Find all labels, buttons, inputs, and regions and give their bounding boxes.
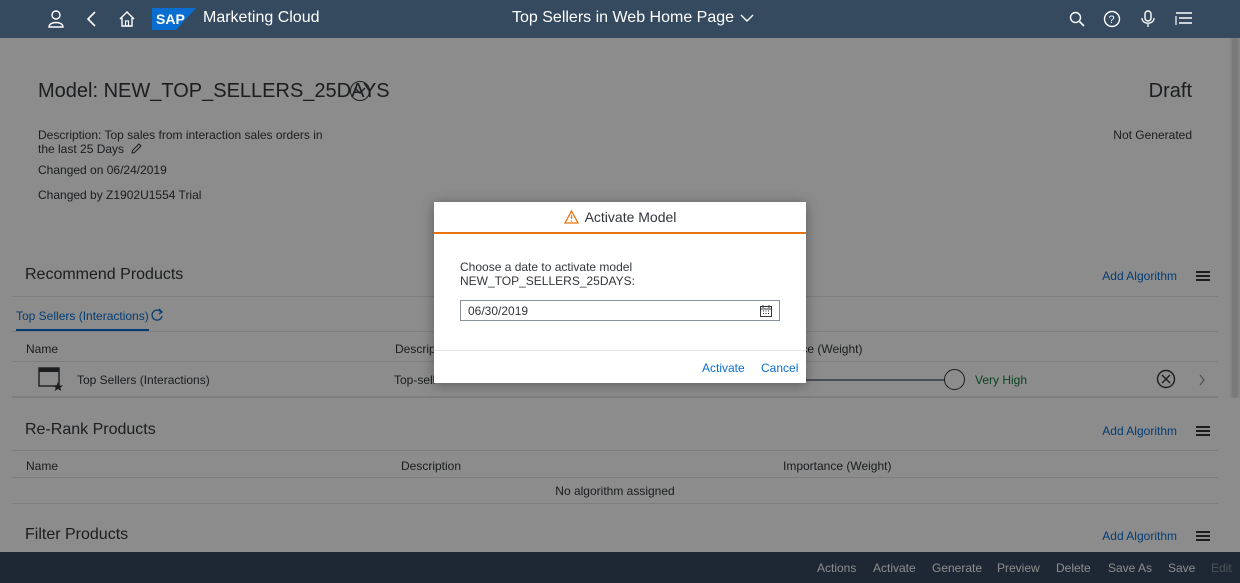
svg-text:?: ? (1109, 14, 1115, 26)
microphone-icon[interactable] (1138, 9, 1158, 29)
dialog-title: Activate Model (584, 209, 677, 225)
svg-text:SAP: SAP (156, 11, 185, 27)
page-title-menu[interactable]: Top Sellers in Web Home Page (512, 9, 754, 27)
activation-date-value: 06/30/2019 (468, 303, 529, 318)
sap-logo[interactable]: SAP (152, 8, 196, 30)
dialog-footer: Activate Cancel (434, 350, 806, 383)
back-icon[interactable] (82, 9, 102, 29)
help-icon[interactable]: ? (1102, 9, 1122, 29)
calendar-icon[interactable] (760, 304, 772, 317)
chevron-down-icon (740, 14, 754, 22)
search-icon[interactable] (1067, 9, 1087, 29)
app-name: Marketing Cloud (203, 9, 320, 26)
shell-bar: SAP Marketing Cloud Top Sellers in Web H… (0, 0, 1240, 38)
dialog-header: Activate Model (434, 202, 806, 234)
dialog-message: Choose a date to activate model NEW_TOP_… (460, 260, 635, 288)
home-icon[interactable] (117, 9, 137, 29)
activate-model-dialog: Activate Model Choose a date to activate… (434, 202, 806, 383)
dialog-activate-button[interactable]: Activate (702, 361, 745, 375)
warning-icon (563, 210, 579, 224)
page-title: Top Sellers in Web Home Page (512, 9, 735, 26)
user-icon[interactable] (46, 9, 66, 29)
activation-date-field[interactable]: 06/30/2019 (460, 300, 780, 321)
notifications-icon[interactable] (1174, 9, 1194, 29)
dialog-cancel-button[interactable]: Cancel (761, 361, 798, 375)
